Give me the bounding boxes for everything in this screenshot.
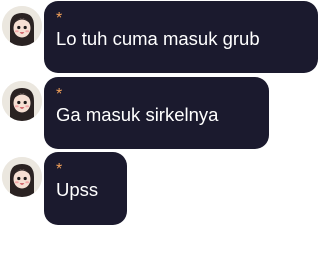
message-bubble[interactable]: * Lo tuh cuma masuk grub	[44, 1, 318, 73]
message-text: Lo tuh cuma masuk grub	[56, 28, 260, 49]
girl-avatar-icon	[2, 157, 42, 197]
avatar[interactable]	[2, 157, 42, 197]
sender-name: *	[56, 161, 63, 178]
sender-name: *	[56, 10, 63, 27]
avatar[interactable]	[2, 6, 42, 46]
sender-name: *	[56, 86, 63, 103]
message-text: Upss	[56, 179, 99, 200]
girl-avatar-icon	[2, 6, 42, 46]
message-bubble[interactable]: * Upss	[44, 152, 127, 225]
message-text: Ga masuk sirkelnya	[56, 104, 219, 125]
chat-thread: * Lo tuh cuma masuk grub * Ga masuk sirk…	[0, 0, 320, 275]
girl-avatar-icon	[2, 81, 42, 121]
message-bubble[interactable]: * Ga masuk sirkelnya	[44, 77, 269, 149]
avatar[interactable]	[2, 81, 42, 121]
